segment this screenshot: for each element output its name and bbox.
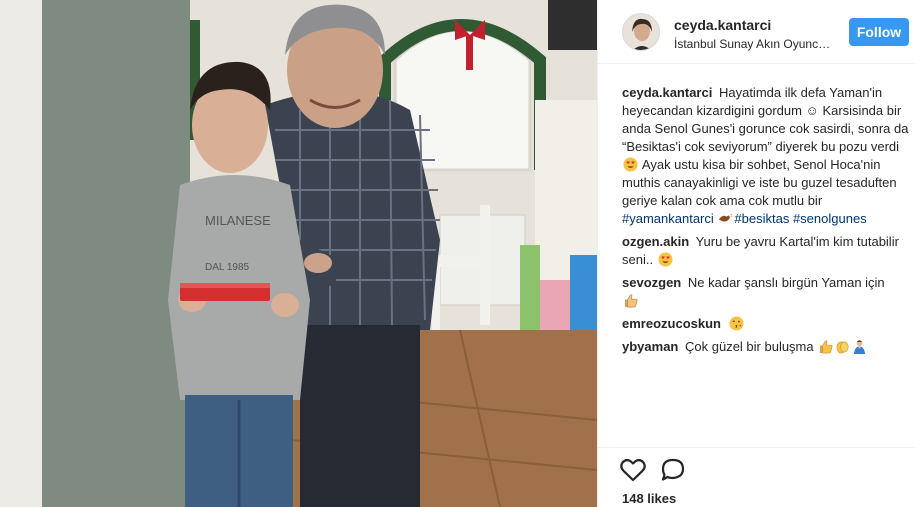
comment-text: Ne kadar şanslı birgün Yaman için (687, 275, 885, 290)
heart-eyes-emoji (623, 157, 638, 172)
hashtag-yamankantarci[interactable]: #yamankantarci (622, 211, 714, 226)
avatar[interactable] (622, 13, 660, 51)
post-username[interactable]: ceyda.kantarci (674, 17, 771, 33)
comment-list: ceyda.kantarci Hayatimda ilk defa Yaman'… (622, 84, 912, 361)
clapping-hands-emoji (836, 341, 849, 354)
comment-username[interactable]: sevozgen (622, 275, 681, 290)
comment-item: ybyaman Çok güzel bir buluşma (622, 338, 912, 356)
likes-count[interactable]: 148 likes (622, 491, 676, 506)
comment-item: ozgen.akin Yuru be yavru Kartal'im kim t… (622, 233, 912, 269)
thumbs-up-emoji (820, 340, 833, 354)
eagle-emoji (719, 213, 734, 222)
heart-outline-icon[interactable] (620, 458, 646, 482)
follow-button[interactable]: Follow (849, 18, 909, 46)
svg-text:MILANESE: MILANESE (205, 213, 271, 228)
comment-username[interactable]: ybyaman (622, 339, 678, 354)
post-location[interactable]: İstanbul Sunay Akın Oyuncak Müzesi (674, 37, 834, 51)
post-header: ceyda.kantarci İstanbul Sunay Akın Oyunc… (598, 0, 915, 64)
hashtag-senolgunes[interactable]: #senolgunes (793, 211, 867, 226)
post-actions: 148 likes (598, 447, 915, 507)
speech-bubble-icon[interactable] (660, 458, 686, 482)
heart-eyes-emoji (658, 252, 673, 267)
comment-username[interactable]: emreozucoskun (622, 316, 721, 331)
comment-text: Çok güzel bir buluşma (685, 339, 814, 354)
post-photo[interactable]: MILANESE DAL 1985 (0, 0, 597, 507)
svg-text:DAL 1985: DAL 1985 (205, 262, 250, 273)
caption: ceyda.kantarci Hayatimda ilk defa Yaman'… (622, 84, 912, 228)
kissing-face-emoji (729, 316, 744, 331)
comment-username[interactable]: ozgen.akin (622, 234, 689, 249)
post-side-panel: ceyda.kantarci İstanbul Sunay Akın Oyunc… (597, 0, 915, 507)
hashtag-besiktas[interactable]: #besiktas (734, 211, 789, 226)
comment-item: emreozucoskun (622, 315, 912, 333)
praying-person-emoji (854, 340, 866, 354)
caption-username[interactable]: ceyda.kantarci (622, 85, 712, 100)
caption-text-part-2: Ayak ustu kisa bir sohbet, Senol Hoca'ni… (622, 157, 897, 208)
thumbs-up-emoji (624, 294, 638, 308)
comment-item: sevozgen Ne kadar şanslı birgün Yaman iç… (622, 274, 912, 310)
